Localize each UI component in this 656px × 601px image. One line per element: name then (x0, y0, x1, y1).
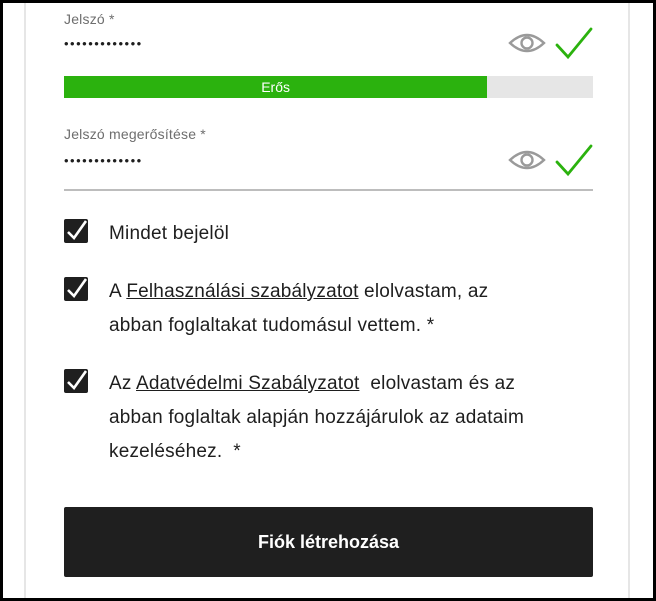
eye-icon[interactable] (508, 148, 546, 172)
create-account-button[interactable]: Fiók létrehozása (64, 507, 593, 577)
terms-line2: abban foglaltakat tudomásul vettem. * (109, 315, 435, 336)
terms-prefix: A (109, 281, 127, 302)
password-strength-bar: Erős (64, 76, 593, 98)
password-confirm-value[interactable]: ••••••••••••• (64, 153, 143, 168)
privacy-line3: kezeléséhez. * (109, 441, 241, 462)
password-strength-label: Erős (261, 79, 290, 95)
privacy-prefix: Az (109, 373, 137, 394)
terms-text: A Felhasználási szabályzatot elolvastam,… (109, 275, 594, 343)
checkbox-checked-icon[interactable] (64, 277, 88, 301)
password-confirm-label: Jelszó megerősítése * (64, 126, 206, 142)
terms-row[interactable]: A Felhasználási szabályzatot elolvastam,… (64, 273, 594, 343)
privacy-text: Az Adatvédelmi Szabályzatot elolvastam é… (109, 367, 594, 469)
privacy-suffix: elolvastam és az (359, 373, 516, 394)
select-all-row[interactable]: Mindet bejelöl (64, 217, 594, 251)
checkmark-icon (555, 144, 593, 177)
checkbox-checked-icon[interactable] (64, 369, 88, 393)
password-label: Jelszó * (64, 11, 115, 27)
privacy-row[interactable]: Az Adatvédelmi Szabályzatot elolvastam é… (64, 365, 594, 469)
checkmark-icon (555, 27, 593, 60)
terms-suffix: elolvastam, az (358, 281, 489, 302)
password-confirm-underline (64, 189, 593, 191)
registration-form-panel: Jelszó * ••••••••••••• Erős Jelszó meger… (0, 0, 656, 601)
privacy-line2: abban foglaltak alapján hozzájárulok az … (109, 407, 525, 428)
eye-icon[interactable] (508, 31, 546, 55)
select-all-label: Mindet bejelöl (109, 223, 230, 244)
privacy-link[interactable]: Adatvédelmi Szabályzatot (136, 373, 359, 394)
terms-link[interactable]: Felhasználási szabályzatot (126, 281, 358, 302)
panel-right-border (628, 3, 630, 598)
panel-left-border (24, 3, 26, 598)
checkbox-checked-icon[interactable] (64, 219, 88, 243)
password-value[interactable]: ••••••••••••• (64, 36, 143, 51)
